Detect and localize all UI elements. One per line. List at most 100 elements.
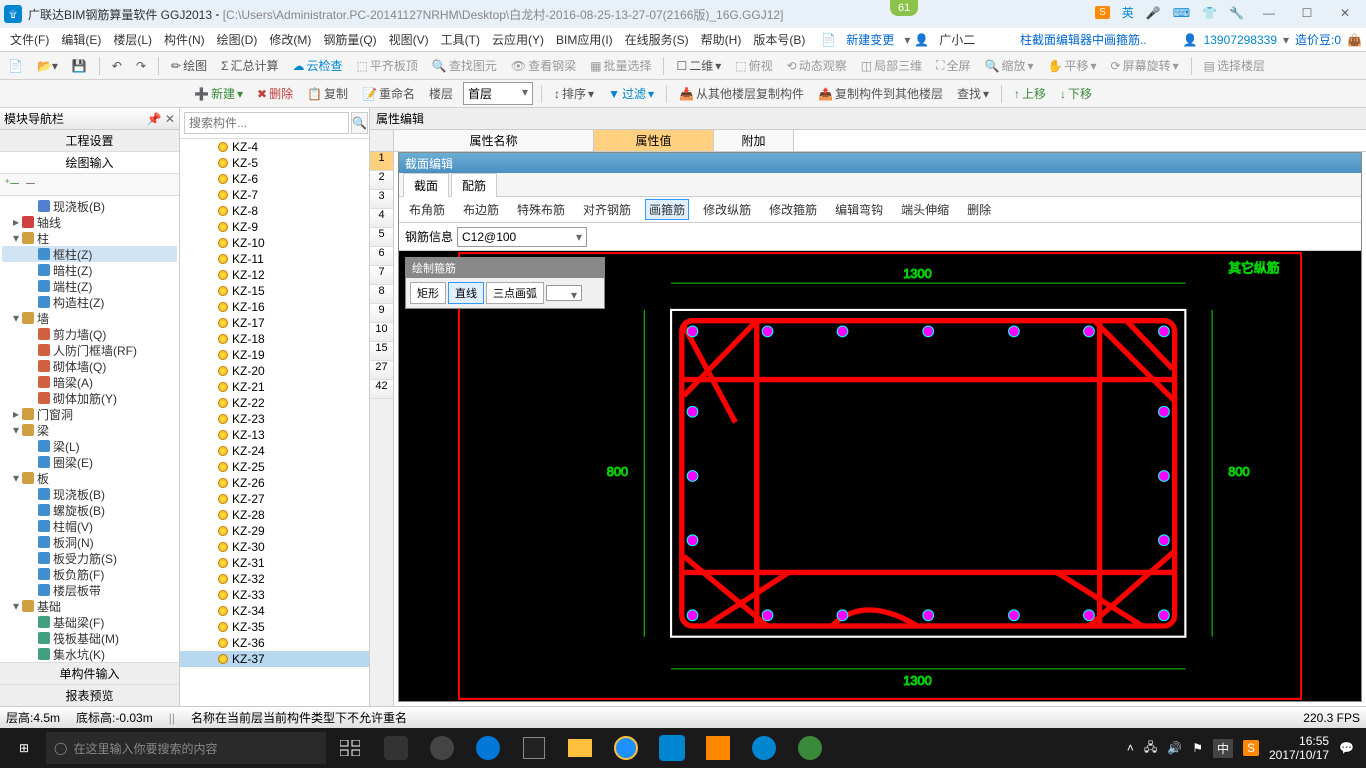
- explorer-icon[interactable]: [558, 728, 602, 768]
- batch-select-button[interactable]: ▦ 批量选择: [586, 55, 655, 76]
- tree-item[interactable]: 现浇板(B): [2, 486, 177, 502]
- mode-arc[interactable]: 三点画弧: [486, 282, 544, 304]
- tree-item[interactable]: ▾基础: [2, 598, 177, 614]
- component-item[interactable]: KZ-35: [180, 619, 369, 635]
- tree-item[interactable]: 砌体墙(Q): [2, 358, 177, 374]
- menu-item[interactable]: 在线服务(S): [619, 31, 695, 49]
- 2d-dropdown[interactable]: ☐ 二维 ▾: [672, 55, 725, 76]
- row-header[interactable]: 10: [370, 323, 393, 342]
- close-button[interactable]: ✕: [1332, 6, 1358, 20]
- mode-line[interactable]: 直线: [448, 282, 484, 304]
- component-item[interactable]: KZ-29: [180, 523, 369, 539]
- component-item[interactable]: KZ-32: [180, 571, 369, 587]
- tray-up-icon[interactable]: ˄: [1127, 741, 1134, 755]
- component-item[interactable]: KZ-4: [180, 139, 369, 155]
- row-header[interactable]: 3: [370, 190, 393, 209]
- mode-extra-select[interactable]: [546, 285, 582, 301]
- tree-item[interactable]: 剪力墙(Q): [2, 326, 177, 342]
- menu-item[interactable]: 钢筋量(Q): [317, 31, 382, 49]
- menu-item[interactable]: 版本号(B): [747, 31, 811, 49]
- section-tool[interactable]: 编辑弯钩: [831, 199, 887, 220]
- menu-item[interactable]: BIM应用(I): [550, 31, 619, 49]
- menu-item[interactable]: 修改(M): [263, 31, 317, 49]
- rebar-info-select[interactable]: C12@100: [457, 227, 587, 247]
- component-item[interactable]: KZ-16: [180, 299, 369, 315]
- tree-item[interactable]: 螺旋板(B): [2, 502, 177, 518]
- find-button[interactable]: 查找 ▾: [953, 83, 993, 104]
- component-list[interactable]: KZ-4KZ-5KZ-6KZ-7KZ-8KZ-9KZ-10KZ-11KZ-12K…: [180, 139, 369, 706]
- filter-button[interactable]: ▼ 过滤 ▾: [604, 83, 658, 104]
- nav-tree[interactable]: 现浇板(B)▸轴线▾柱框柱(Z)暗柱(Z)端柱(Z)构造柱(Z)▾墙剪力墙(Q)…: [0, 196, 179, 662]
- menu-item[interactable]: 绘图(D): [211, 31, 264, 49]
- tree-item[interactable]: 人防门框墙(RF): [2, 342, 177, 358]
- component-item[interactable]: KZ-12: [180, 267, 369, 283]
- component-item[interactable]: KZ-8: [180, 203, 369, 219]
- new-change-menu[interactable]: 新建变更: [840, 29, 900, 50]
- tree-item[interactable]: 端柱(Z): [2, 278, 177, 294]
- mic-icon[interactable]: 🎤: [1146, 6, 1161, 20]
- shirt-icon[interactable]: 👕: [1202, 6, 1217, 20]
- component-item[interactable]: KZ-31: [180, 555, 369, 571]
- component-item[interactable]: KZ-19: [180, 347, 369, 363]
- tree-item[interactable]: 筏板基础(M): [2, 630, 177, 646]
- component-item[interactable]: KZ-33: [180, 587, 369, 603]
- tree-item[interactable]: ▾墙: [2, 310, 177, 326]
- component-item[interactable]: KZ-10: [180, 235, 369, 251]
- save-icon[interactable]: 💾: [68, 57, 91, 75]
- cloud-check-button[interactable]: ☁ 云检查: [289, 55, 347, 76]
- row-header[interactable]: 6: [370, 247, 393, 266]
- bag-icon[interactable]: 👜: [1347, 33, 1362, 47]
- collapse-icon[interactable]: ─: [26, 176, 35, 190]
- row-header[interactable]: 5: [370, 228, 393, 247]
- tree-item[interactable]: 梁(L): [2, 438, 177, 454]
- tree-item[interactable]: 基础梁(F): [2, 614, 177, 630]
- user-label[interactable]: 广小二: [933, 29, 981, 50]
- phone-number[interactable]: 13907298339: [1204, 33, 1277, 47]
- notifications-icon[interactable]: 💬: [1339, 741, 1354, 755]
- component-item[interactable]: KZ-22: [180, 395, 369, 411]
- row-header[interactable]: 9: [370, 304, 393, 323]
- component-item[interactable]: KZ-30: [180, 539, 369, 555]
- tree-item[interactable]: ▸轴线: [2, 214, 177, 230]
- component-item[interactable]: KZ-7: [180, 187, 369, 203]
- app-icon-1[interactable]: [374, 728, 418, 768]
- section-tool[interactable]: 特殊布筋: [513, 199, 569, 220]
- row-header[interactable]: 2: [370, 171, 393, 190]
- menu-item[interactable]: 帮助(H): [695, 31, 748, 49]
- ie-icon[interactable]: [604, 728, 648, 768]
- delete-button[interactable]: ✖ 删除: [253, 83, 297, 104]
- menu-item[interactable]: 视图(V): [383, 31, 435, 49]
- tab-section[interactable]: 截面: [403, 173, 449, 197]
- row-header[interactable]: 4: [370, 209, 393, 228]
- rotate-button[interactable]: ⟳ 屏幕旋转 ▾: [1107, 55, 1183, 76]
- row-header[interactable]: 7: [370, 266, 393, 285]
- app-icon-blue[interactable]: [742, 728, 786, 768]
- keyboard-icon[interactable]: ⌨: [1173, 6, 1190, 20]
- tree-item[interactable]: 砌体加筋(Y): [2, 390, 177, 406]
- sogou-tray-icon[interactable]: S: [1243, 740, 1259, 756]
- ime-button[interactable]: 中: [1213, 739, 1233, 758]
- tree-item[interactable]: 暗梁(A): [2, 374, 177, 390]
- tree-item[interactable]: 现浇板(B): [2, 198, 177, 214]
- component-item[interactable]: KZ-20: [180, 363, 369, 379]
- ime-indicator[interactable]: 英: [1122, 4, 1134, 21]
- component-item[interactable]: KZ-21: [180, 379, 369, 395]
- section-tool[interactable]: 删除: [963, 199, 995, 220]
- rename-button[interactable]: 📝 重命名: [358, 83, 419, 104]
- copy-to-button[interactable]: 📤 复制构件到其他楼层: [814, 83, 947, 104]
- component-item[interactable]: KZ-28: [180, 507, 369, 523]
- component-item[interactable]: KZ-18: [180, 331, 369, 347]
- row-header[interactable]: 8: [370, 285, 393, 304]
- section-tool[interactable]: 画箍筋: [645, 199, 689, 220]
- align-top-button[interactable]: ⬚ 平齐板顶: [353, 55, 422, 76]
- tray-volume-icon[interactable]: 🔊: [1167, 741, 1182, 755]
- component-item[interactable]: KZ-13: [180, 427, 369, 443]
- tab-report-preview[interactable]: 报表预览: [0, 684, 179, 706]
- component-item[interactable]: KZ-34: [180, 603, 369, 619]
- component-item[interactable]: KZ-5: [180, 155, 369, 171]
- component-item[interactable]: KZ-25: [180, 459, 369, 475]
- zoom-button[interactable]: 🔍 缩放 ▾: [981, 55, 1038, 76]
- tree-item[interactable]: 楼层板带: [2, 582, 177, 598]
- menu-item[interactable]: 编辑(E): [55, 31, 107, 49]
- tab-rebar[interactable]: 配筋: [451, 173, 497, 197]
